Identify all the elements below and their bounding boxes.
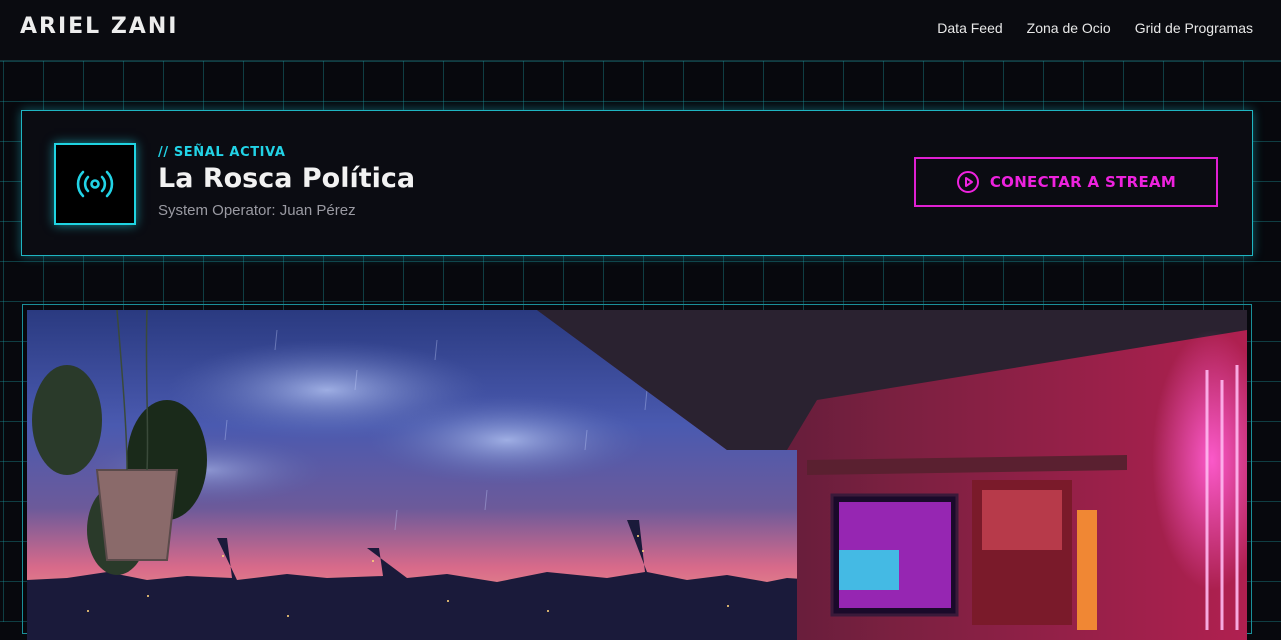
nav-link-zona-de-ocio[interactable]: Zona de Ocio — [1027, 20, 1111, 36]
stream-media-frame — [22, 304, 1252, 640]
play-circle-icon — [956, 171, 979, 193]
stream-cover-image — [27, 310, 1247, 640]
active-signal-card: // SEÑAL ACTIVA La Rosca Política System… — [21, 110, 1253, 256]
nav-link-data-feed[interactable]: Data Feed — [937, 20, 1002, 36]
main-nav: Data Feed Zona de Ocio Grid de Programas — [937, 20, 1253, 36]
top-navbar: ARIEL ZANI Data Feed Zona de Ocio Grid d… — [0, 0, 1281, 61]
broadcast-icon — [76, 170, 114, 198]
signal-icon-box — [54, 143, 136, 225]
connect-stream-label: CONECTAR A STREAM — [989, 173, 1177, 191]
signal-status-label: // SEÑAL ACTIVA — [158, 145, 286, 160]
system-operator: System Operator: Juan Pérez — [158, 202, 356, 219]
nav-link-grid-de-programas[interactable]: Grid de Programas — [1135, 20, 1253, 36]
show-title: La Rosca Política — [158, 163, 416, 194]
connect-stream-button[interactable]: CONECTAR A STREAM — [914, 157, 1218, 207]
brand-logo[interactable]: ARIEL ZANI — [20, 14, 178, 39]
